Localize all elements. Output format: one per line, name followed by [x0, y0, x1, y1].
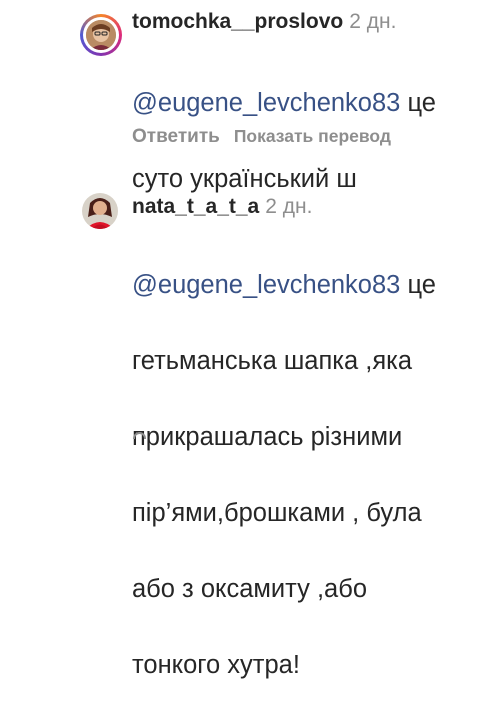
avatar-photo-icon: [86, 20, 116, 50]
comment-text: @eugene_levchenko83 це гетьманська шапка…: [132, 228, 436, 722]
comment-actions: Ответить Показать перевод: [132, 126, 391, 148]
comment-username[interactable]: nata_t_a_t_a: [132, 195, 259, 218]
avatar[interactable]: [86, 20, 116, 50]
comment-header: tomochka__proslovo 2 дн.: [132, 10, 396, 34]
comment-text-line: гетьманська шапка ,яка: [132, 347, 413, 375]
comment-timestamp: 2 дн.: [349, 10, 397, 33]
reply-button-partial[interactable]: [133, 432, 147, 439]
avatar[interactable]: [82, 193, 118, 229]
comment-text-line: прикрашалась різними: [132, 423, 403, 451]
comment-timestamp: 2 дн.: [265, 195, 313, 218]
comment-username[interactable]: tomochka__proslovo: [132, 10, 343, 33]
avatar-photo-icon: [82, 193, 118, 229]
comment-text-line: тонкого хутра!: [132, 651, 300, 679]
comment-text-line: це: [400, 89, 436, 117]
comment-text-line: або з оксамиту ,або: [132, 575, 368, 603]
mention-link[interactable]: @eugene_levchenko83: [132, 89, 400, 117]
comment-header: nata_t_a_t_a 2 дн.: [132, 195, 312, 219]
comment-text-line: пір’ями,брошками , була: [132, 499, 422, 527]
comment-text-line: це: [400, 271, 436, 299]
comment-text-line: суто український ш: [132, 165, 357, 193]
reply-button[interactable]: Ответить: [132, 126, 220, 147]
mention-link[interactable]: @eugene_levchenko83: [132, 271, 400, 299]
translate-button[interactable]: Показать перевод: [234, 126, 391, 146]
